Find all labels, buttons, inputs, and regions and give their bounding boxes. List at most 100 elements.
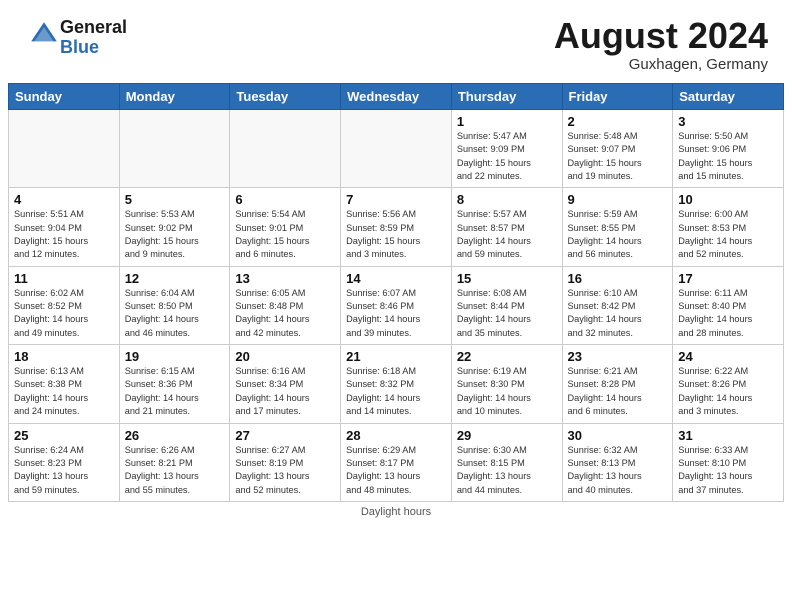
logo-icon	[28, 19, 60, 51]
calendar-cell: 1Sunrise: 5:47 AM Sunset: 9:09 PM Daylig…	[451, 110, 562, 188]
calendar-cell: 28Sunrise: 6:29 AM Sunset: 8:17 PM Dayli…	[341, 423, 452, 501]
calendar-cell	[9, 110, 120, 188]
calendar-table: SundayMondayTuesdayWednesdayThursdayFrid…	[8, 83, 784, 502]
col-header-friday: Friday	[562, 84, 673, 110]
day-info: Sunrise: 6:13 AM Sunset: 8:38 PM Dayligh…	[14, 365, 114, 418]
calendar-cell: 24Sunrise: 6:22 AM Sunset: 8:26 PM Dayli…	[673, 345, 784, 423]
day-info: Sunrise: 6:30 AM Sunset: 8:15 PM Dayligh…	[457, 444, 557, 497]
day-number: 24	[678, 349, 778, 364]
footer-note: Daylight hours	[8, 502, 784, 518]
col-header-tuesday: Tuesday	[230, 84, 341, 110]
day-number: 28	[346, 428, 446, 443]
day-info: Sunrise: 5:48 AM Sunset: 9:07 PM Dayligh…	[568, 130, 668, 183]
day-info: Sunrise: 6:05 AM Sunset: 8:48 PM Dayligh…	[235, 287, 335, 340]
calendar-cell	[341, 110, 452, 188]
day-number: 7	[346, 192, 446, 207]
day-number: 15	[457, 271, 557, 286]
day-info: Sunrise: 6:04 AM Sunset: 8:50 PM Dayligh…	[125, 287, 225, 340]
day-number: 25	[14, 428, 114, 443]
calendar-cell: 23Sunrise: 6:21 AM Sunset: 8:28 PM Dayli…	[562, 345, 673, 423]
day-number: 20	[235, 349, 335, 364]
day-info: Sunrise: 5:56 AM Sunset: 8:59 PM Dayligh…	[346, 208, 446, 261]
day-info: Sunrise: 6:10 AM Sunset: 8:42 PM Dayligh…	[568, 287, 668, 340]
calendar-week-4: 18Sunrise: 6:13 AM Sunset: 8:38 PM Dayli…	[9, 345, 784, 423]
logo-text: General Blue	[60, 18, 127, 58]
calendar-cell: 14Sunrise: 6:07 AM Sunset: 8:46 PM Dayli…	[341, 266, 452, 344]
calendar-cell: 6Sunrise: 5:54 AM Sunset: 9:01 PM Daylig…	[230, 188, 341, 266]
day-info: Sunrise: 6:26 AM Sunset: 8:21 PM Dayligh…	[125, 444, 225, 497]
day-number: 22	[457, 349, 557, 364]
calendar-cell: 27Sunrise: 6:27 AM Sunset: 8:19 PM Dayli…	[230, 423, 341, 501]
day-info: Sunrise: 6:22 AM Sunset: 8:26 PM Dayligh…	[678, 365, 778, 418]
calendar-cell: 29Sunrise: 6:30 AM Sunset: 8:15 PM Dayli…	[451, 423, 562, 501]
day-info: Sunrise: 6:07 AM Sunset: 8:46 PM Dayligh…	[346, 287, 446, 340]
day-info: Sunrise: 5:59 AM Sunset: 8:55 PM Dayligh…	[568, 208, 668, 261]
calendar-cell: 31Sunrise: 6:33 AM Sunset: 8:10 PM Dayli…	[673, 423, 784, 501]
col-header-monday: Monday	[119, 84, 230, 110]
calendar-wrap: SundayMondayTuesdayWednesdayThursdayFrid…	[0, 83, 792, 526]
calendar-cell: 4Sunrise: 5:51 AM Sunset: 9:04 PM Daylig…	[9, 188, 120, 266]
day-number: 8	[457, 192, 557, 207]
day-info: Sunrise: 5:54 AM Sunset: 9:01 PM Dayligh…	[235, 208, 335, 261]
col-header-thursday: Thursday	[451, 84, 562, 110]
day-number: 12	[125, 271, 225, 286]
calendar-cell: 5Sunrise: 5:53 AM Sunset: 9:02 PM Daylig…	[119, 188, 230, 266]
day-info: Sunrise: 5:50 AM Sunset: 9:06 PM Dayligh…	[678, 130, 778, 183]
day-number: 4	[14, 192, 114, 207]
day-info: Sunrise: 6:21 AM Sunset: 8:28 PM Dayligh…	[568, 365, 668, 418]
day-number: 9	[568, 192, 668, 207]
calendar-cell: 22Sunrise: 6:19 AM Sunset: 8:30 PM Dayli…	[451, 345, 562, 423]
day-number: 17	[678, 271, 778, 286]
calendar-cell: 3Sunrise: 5:50 AM Sunset: 9:06 PM Daylig…	[673, 110, 784, 188]
day-number: 31	[678, 428, 778, 443]
calendar-cell: 7Sunrise: 5:56 AM Sunset: 8:59 PM Daylig…	[341, 188, 452, 266]
day-info: Sunrise: 5:51 AM Sunset: 9:04 PM Dayligh…	[14, 208, 114, 261]
calendar-week-3: 11Sunrise: 6:02 AM Sunset: 8:52 PM Dayli…	[9, 266, 784, 344]
day-number: 2	[568, 114, 668, 129]
page-header: General Blue August 2024 Guxhagen, Germa…	[0, 0, 792, 83]
day-number: 18	[14, 349, 114, 364]
day-number: 5	[125, 192, 225, 207]
calendar-cell: 30Sunrise: 6:32 AM Sunset: 8:13 PM Dayli…	[562, 423, 673, 501]
day-info: Sunrise: 6:24 AM Sunset: 8:23 PM Dayligh…	[14, 444, 114, 497]
day-info: Sunrise: 6:27 AM Sunset: 8:19 PM Dayligh…	[235, 444, 335, 497]
calendar-cell: 12Sunrise: 6:04 AM Sunset: 8:50 PM Dayli…	[119, 266, 230, 344]
day-info: Sunrise: 6:00 AM Sunset: 8:53 PM Dayligh…	[678, 208, 778, 261]
calendar-cell: 20Sunrise: 6:16 AM Sunset: 8:34 PM Dayli…	[230, 345, 341, 423]
calendar-cell: 19Sunrise: 6:15 AM Sunset: 8:36 PM Dayli…	[119, 345, 230, 423]
calendar-week-2: 4Sunrise: 5:51 AM Sunset: 9:04 PM Daylig…	[9, 188, 784, 266]
calendar-cell: 15Sunrise: 6:08 AM Sunset: 8:44 PM Dayli…	[451, 266, 562, 344]
calendar-cell: 9Sunrise: 5:59 AM Sunset: 8:55 PM Daylig…	[562, 188, 673, 266]
col-header-saturday: Saturday	[673, 84, 784, 110]
calendar-cell: 16Sunrise: 6:10 AM Sunset: 8:42 PM Dayli…	[562, 266, 673, 344]
calendar-week-5: 25Sunrise: 6:24 AM Sunset: 8:23 PM Dayli…	[9, 423, 784, 501]
day-info: Sunrise: 6:33 AM Sunset: 8:10 PM Dayligh…	[678, 444, 778, 497]
day-info: Sunrise: 5:53 AM Sunset: 9:02 PM Dayligh…	[125, 208, 225, 261]
calendar-cell: 17Sunrise: 6:11 AM Sunset: 8:40 PM Dayli…	[673, 266, 784, 344]
day-number: 11	[14, 271, 114, 286]
day-number: 16	[568, 271, 668, 286]
calendar-cell: 21Sunrise: 6:18 AM Sunset: 8:32 PM Dayli…	[341, 345, 452, 423]
day-number: 10	[678, 192, 778, 207]
day-info: Sunrise: 6:29 AM Sunset: 8:17 PM Dayligh…	[346, 444, 446, 497]
day-number: 21	[346, 349, 446, 364]
location: Guxhagen, Germany	[554, 56, 768, 73]
day-number: 1	[457, 114, 557, 129]
day-info: Sunrise: 6:19 AM Sunset: 8:30 PM Dayligh…	[457, 365, 557, 418]
day-info: Sunrise: 5:47 AM Sunset: 9:09 PM Dayligh…	[457, 130, 557, 183]
day-info: Sunrise: 6:18 AM Sunset: 8:32 PM Dayligh…	[346, 365, 446, 418]
day-number: 3	[678, 114, 778, 129]
calendar-cell: 8Sunrise: 5:57 AM Sunset: 8:57 PM Daylig…	[451, 188, 562, 266]
day-info: Sunrise: 6:02 AM Sunset: 8:52 PM Dayligh…	[14, 287, 114, 340]
day-info: Sunrise: 6:15 AM Sunset: 8:36 PM Dayligh…	[125, 365, 225, 418]
day-info: Sunrise: 6:32 AM Sunset: 8:13 PM Dayligh…	[568, 444, 668, 497]
day-info: Sunrise: 5:57 AM Sunset: 8:57 PM Dayligh…	[457, 208, 557, 261]
calendar-cell: 26Sunrise: 6:26 AM Sunset: 8:21 PM Dayli…	[119, 423, 230, 501]
month-title: August 2024	[554, 18, 768, 54]
day-info: Sunrise: 6:11 AM Sunset: 8:40 PM Dayligh…	[678, 287, 778, 340]
col-header-wednesday: Wednesday	[341, 84, 452, 110]
calendar-cell: 18Sunrise: 6:13 AM Sunset: 8:38 PM Dayli…	[9, 345, 120, 423]
calendar-cell: 11Sunrise: 6:02 AM Sunset: 8:52 PM Dayli…	[9, 266, 120, 344]
day-number: 14	[346, 271, 446, 286]
calendar-cell: 13Sunrise: 6:05 AM Sunset: 8:48 PM Dayli…	[230, 266, 341, 344]
